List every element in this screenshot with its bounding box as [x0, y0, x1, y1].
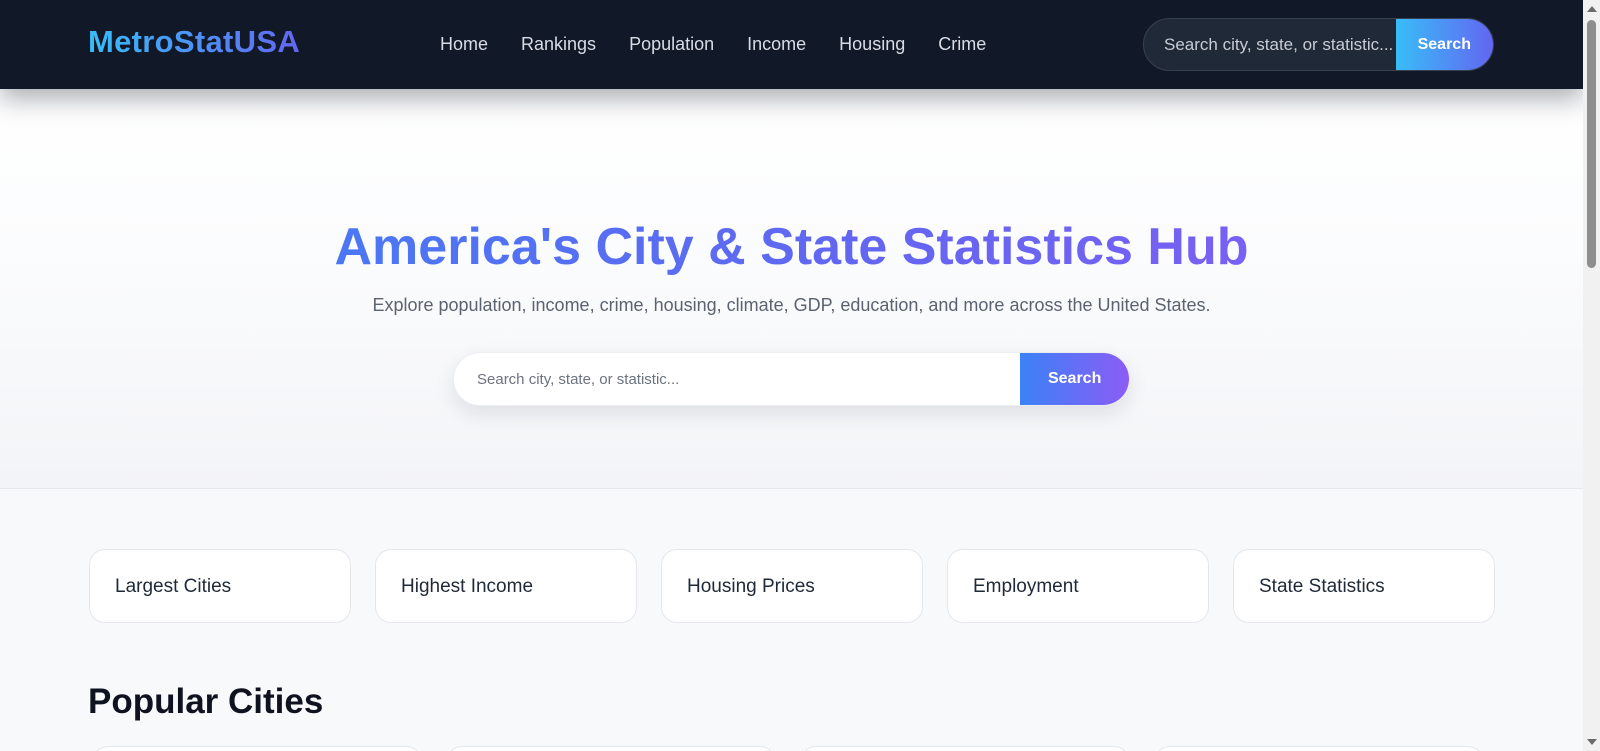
scrollbar-thumb[interactable] — [1587, 20, 1596, 268]
city-card[interactable] — [1154, 746, 1484, 751]
hero-title: America's City & State Statistics Hub — [0, 217, 1583, 277]
hero-search-button[interactable]: Search — [1020, 353, 1129, 405]
nav-population[interactable]: Population — [629, 34, 714, 55]
page: MetroStatUSA Home Rankings Population In… — [0, 0, 1583, 751]
hero-section: America's City & State Statistics Hub Ex… — [0, 89, 1583, 489]
header-search-button[interactable]: Search — [1395, 19, 1493, 70]
nav-crime[interactable]: Crime — [938, 34, 986, 55]
city-card[interactable] — [800, 746, 1130, 751]
header-search-input[interactable] — [1144, 19, 1396, 70]
quick-link-state-statistics[interactable]: State Statistics — [1233, 549, 1495, 623]
nav-rankings[interactable]: Rankings — [521, 34, 596, 55]
scroll-up-arrow-icon[interactable] — [1587, 6, 1597, 12]
quick-links: Largest Cities Highest Income Housing Pr… — [89, 549, 1495, 623]
popular-cities-grid — [92, 746, 1508, 751]
scroll-down-arrow-icon[interactable] — [1587, 739, 1597, 745]
popular-cities-heading: Popular Cities — [88, 682, 324, 721]
city-card[interactable] — [92, 746, 422, 751]
top-navbar: MetroStatUSA Home Rankings Population In… — [0, 0, 1583, 89]
quick-link-highest-income[interactable]: Highest Income — [375, 549, 637, 623]
page-scrollbar[interactable] — [1583, 0, 1600, 751]
nav-housing[interactable]: Housing — [839, 34, 905, 55]
header-search: Search — [1143, 18, 1494, 71]
hero-search-input[interactable] — [454, 353, 1021, 405]
city-card[interactable] — [446, 746, 776, 751]
hero-search: Search — [453, 352, 1130, 406]
quick-link-employment[interactable]: Employment — [947, 549, 1209, 623]
quick-link-housing-prices[interactable]: Housing Prices — [661, 549, 923, 623]
quick-link-largest-cities[interactable]: Largest Cities — [89, 549, 351, 623]
nav-income[interactable]: Income — [747, 34, 806, 55]
main-nav: Home Rankings Population Income Housing … — [440, 34, 1019, 55]
hero-subtitle: Explore population, income, crime, housi… — [372, 295, 1211, 315]
brand-logo[interactable]: MetroStatUSA — [88, 24, 300, 60]
nav-home[interactable]: Home — [440, 34, 488, 55]
